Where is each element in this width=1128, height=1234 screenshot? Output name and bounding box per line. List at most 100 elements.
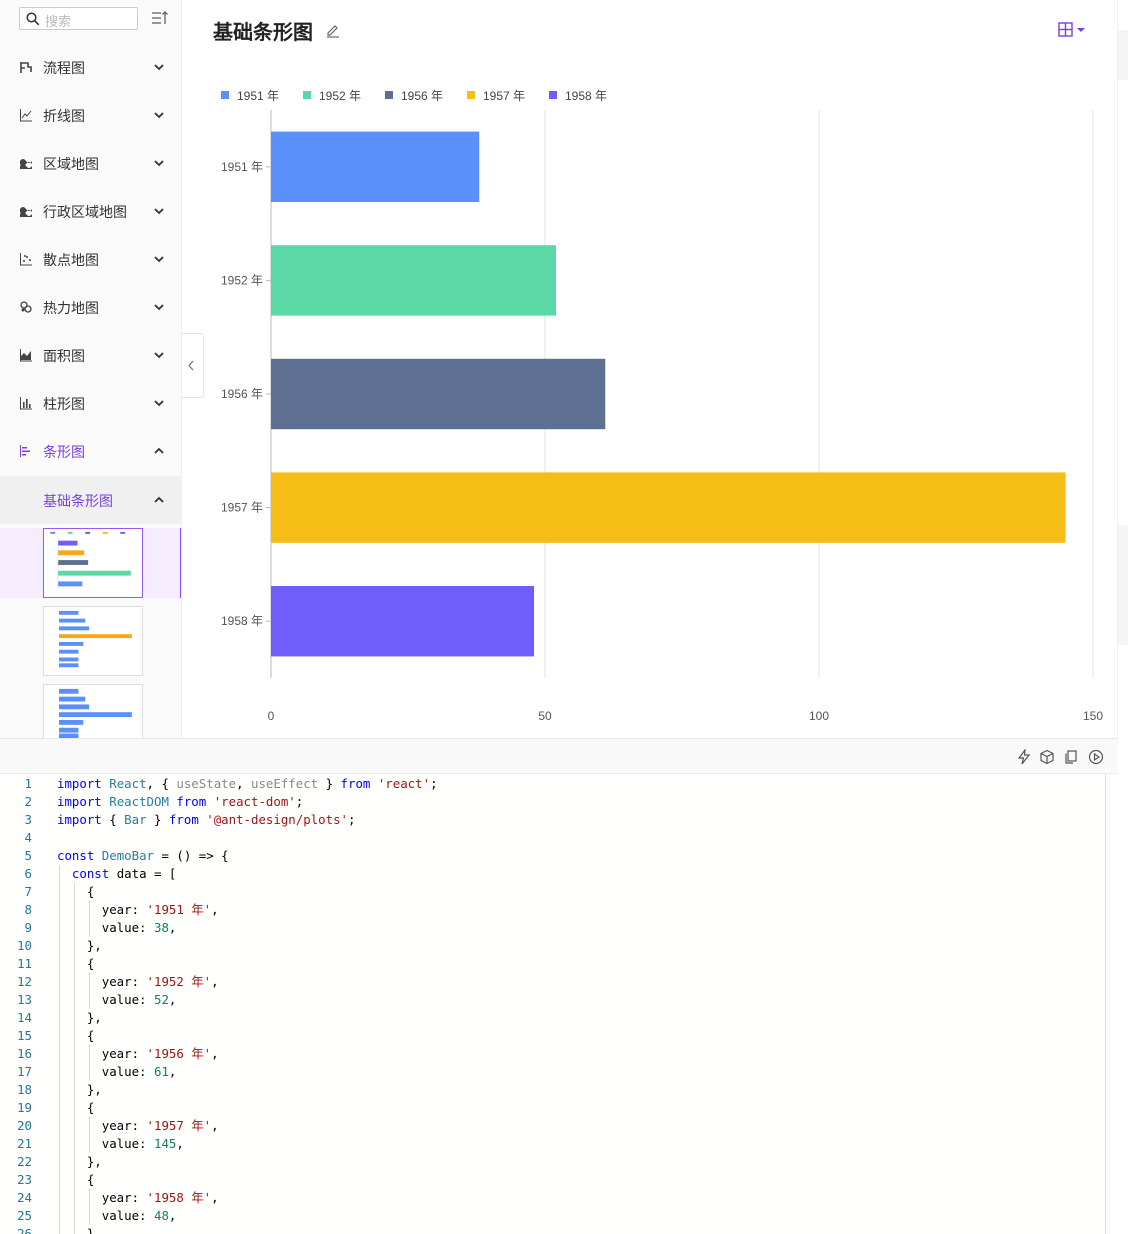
line-number: 18 xyxy=(17,1082,32,1097)
chevron-down-icon xyxy=(154,112,164,119)
sidebar-item-label: 散点地图 xyxy=(43,252,99,268)
sidebar-item-label: 行政区域地图 xyxy=(43,204,127,220)
line-number: 25 xyxy=(17,1208,32,1223)
sort-collapse-icon[interactable] xyxy=(150,10,170,28)
flow-icon xyxy=(20,62,32,73)
area-map-icon xyxy=(20,159,32,169)
indent-guide xyxy=(89,973,90,1009)
y-tick-label: 1956 年 xyxy=(221,387,263,401)
legend-label: 1956 年 xyxy=(401,89,443,103)
line-number: 22 xyxy=(17,1154,32,1169)
line-number: 15 xyxy=(17,1028,32,1043)
sidebar-item-label: 折线图 xyxy=(43,108,85,124)
codesandbox-icon[interactable] xyxy=(1039,749,1055,765)
x-tick-label: 150 xyxy=(1083,709,1103,723)
code-text: year: '1957 年', xyxy=(57,1118,219,1133)
code-text: const data = [ xyxy=(71,866,177,881)
bar xyxy=(271,585,535,657)
line-number: 21 xyxy=(17,1136,32,1151)
code-text: }, xyxy=(57,1010,102,1025)
example-thumbnail-row[interactable] xyxy=(0,606,181,676)
code-line: 6 const data = [ xyxy=(0,865,1100,883)
code-line: 2 import ReactDOM from 'react-dom'; xyxy=(0,793,1100,811)
example-thumbnail-row[interactable] xyxy=(0,684,181,738)
indent-guide xyxy=(59,865,60,1234)
sidebar-item-area-chart[interactable]: 面积图 xyxy=(0,331,181,379)
indent-guide xyxy=(89,901,90,937)
sidebar-item-area-map[interactable]: 区域地图 xyxy=(0,139,181,187)
code-line: 25 value: 48, xyxy=(0,1207,1100,1225)
code-line: 13 value: 52, xyxy=(0,991,1100,1009)
chevron-down-icon xyxy=(154,400,164,407)
play-icon[interactable] xyxy=(1088,749,1104,765)
line-number: 3 xyxy=(24,812,32,827)
line-number: 1 xyxy=(24,776,32,791)
code-line: 3 import { Bar } from '@ant-design/plots'… xyxy=(0,811,1100,829)
layout-toggle-icon[interactable] xyxy=(1056,21,1092,39)
code-text: }, xyxy=(57,938,102,953)
line-number: 8 xyxy=(24,902,32,917)
line-number: 7 xyxy=(24,884,32,899)
legend-marker xyxy=(303,91,311,99)
code-text: }, xyxy=(57,1154,102,1169)
code-line: 5 const DemoBar = () => { xyxy=(0,847,1100,865)
chevron-up-icon xyxy=(154,447,164,454)
sidebar-item-flow[interactable]: 流程图 xyxy=(0,43,181,91)
example-thumbnail-2[interactable] xyxy=(43,606,143,676)
code-line: 16 year: '1956 年', xyxy=(0,1045,1100,1063)
indent-guide xyxy=(89,1117,90,1153)
sidebar-item-scatter-map[interactable]: 散点地图 xyxy=(0,235,181,283)
line-number: 12 xyxy=(17,974,32,989)
code-text: import ReactDOM from 'react-dom'; xyxy=(57,794,304,809)
sidebar-item-heat-map[interactable]: 热力地图 xyxy=(0,283,181,331)
code-line: 7 { xyxy=(0,883,1100,901)
sidebar-item-district-map[interactable]: 行政区域地图 xyxy=(0,187,181,235)
code-text: year: '1951 年', xyxy=(57,902,219,917)
code-text: { xyxy=(57,1028,95,1043)
code-text: import { Bar } from '@ant-design/plots'; xyxy=(57,812,356,827)
code-line: 24 year: '1958 年', xyxy=(0,1189,1100,1207)
sidebar-item-label: 流程图 xyxy=(43,60,85,76)
sidebar-item-column-chart[interactable]: 柱形图 xyxy=(0,379,181,427)
code-text: value: 145, xyxy=(57,1136,184,1151)
code-text: { xyxy=(57,1100,95,1115)
example-thumbnail-1[interactable] xyxy=(43,528,143,598)
sidebar-item-line-chart[interactable]: 折线图 xyxy=(0,91,181,139)
example-thumbnail-row[interactable] xyxy=(0,528,181,598)
search-input[interactable]: 搜索 xyxy=(19,7,138,30)
line-number: 26 xyxy=(17,1226,32,1234)
right-edge xyxy=(1118,525,1128,645)
page-title: 基础条形图 xyxy=(213,22,313,44)
right-edge xyxy=(1118,30,1128,80)
line-number: 4 xyxy=(24,830,32,845)
line-number: 14 xyxy=(17,1010,32,1025)
indent-guide xyxy=(89,1189,90,1225)
column-chart-icon xyxy=(20,397,32,410)
example-thumbnail-3[interactable] xyxy=(43,684,143,738)
editor-scrollbar[interactable] xyxy=(1106,774,1128,1234)
copy-icon[interactable] xyxy=(1063,749,1079,765)
line-number: 13 xyxy=(17,992,32,1007)
code-editor[interactable]: 1 import React, { useState, useEffect } f… xyxy=(0,774,1106,1234)
chevron-down-icon xyxy=(154,208,164,215)
bar-chart: 1951 年 1952 年 1956 年 1957 年 1958 年 0 50 100 150 1… xyxy=(221,89,1103,723)
bar xyxy=(271,358,606,430)
line-number: 20 xyxy=(17,1118,32,1133)
line-number: 6 xyxy=(24,866,32,881)
sidebar-item-bar-chart[interactable]: 条形图 xyxy=(0,427,181,475)
code-text: }, xyxy=(57,1082,102,1097)
code-line: 10 }, xyxy=(0,937,1100,955)
indent-guide xyxy=(89,1045,90,1081)
code-line: 26 }, xyxy=(0,1225,1100,1234)
code-text: { xyxy=(57,884,95,899)
sidebar-subitem-basic-bar[interactable]: 基础条形图 xyxy=(0,476,181,524)
chevron-down-icon xyxy=(154,64,164,71)
legend-label: 1957 年 xyxy=(483,89,525,103)
code-line: 11 { xyxy=(0,955,1100,973)
edit-icon[interactable] xyxy=(325,22,341,38)
lightning-icon[interactable] xyxy=(1016,749,1032,765)
code-line: 12 year: '1952 年', xyxy=(0,973,1100,991)
area-chart-icon xyxy=(20,349,32,362)
code-line: 18 }, xyxy=(0,1081,1100,1099)
code-line: 17 value: 61, xyxy=(0,1063,1100,1081)
